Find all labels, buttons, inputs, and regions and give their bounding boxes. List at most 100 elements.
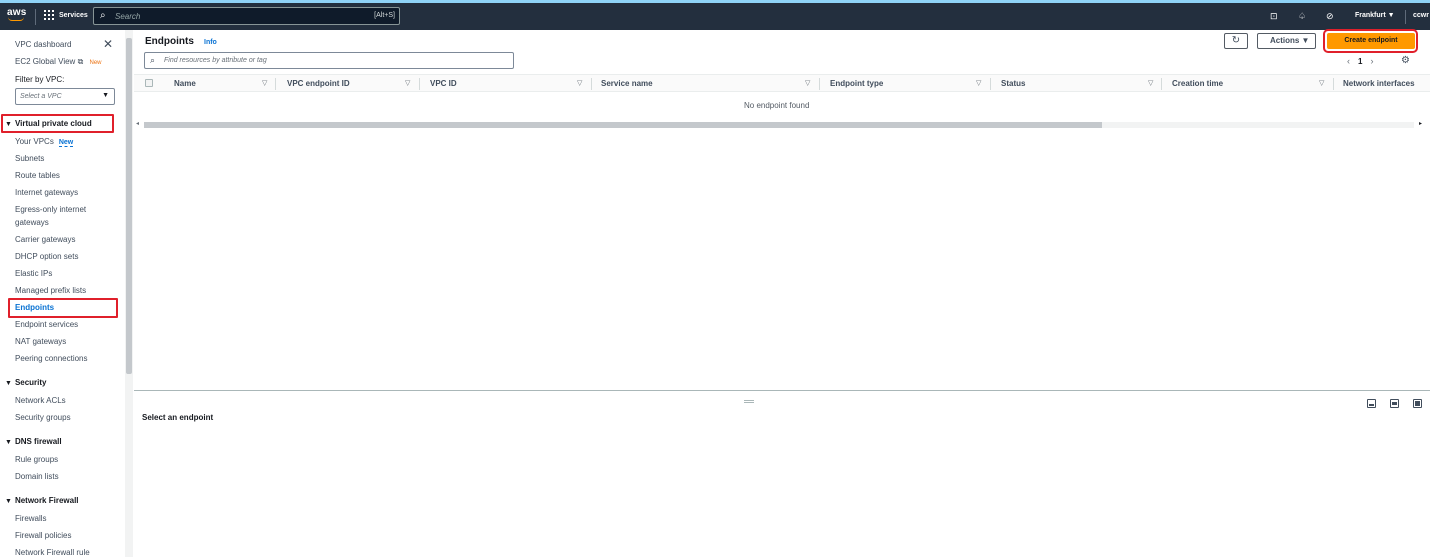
chevron-left-icon[interactable]: ‹ (1347, 56, 1350, 66)
vpc-select-placeholder: Select a VPC (20, 93, 62, 100)
column-divider[interactable] (1333, 78, 1334, 90)
vpc-filter-select[interactable]: Select a VPC ▼ (15, 88, 115, 105)
caret-down-icon: ▼ (5, 498, 12, 505)
sort-icon[interactable]: ▽ (1319, 79, 1324, 87)
split-bottom-icon[interactable] (1367, 399, 1376, 408)
caret-down-icon: ▼ (102, 92, 109, 99)
refresh-icon: ↻ (1231, 35, 1241, 46)
column-divider[interactable] (275, 78, 276, 90)
split-panel: Select an endpoint (134, 390, 1430, 557)
sidebar-section-network-firewall[interactable]: ▼ Network Firewall (5, 496, 79, 505)
column-header-network-interfaces[interactable]: Network interfaces (1343, 79, 1415, 88)
column-header-service-name[interactable]: Service name (601, 79, 653, 88)
section-title: DNS firewall (14, 437, 62, 446)
chevron-right-icon[interactable]: › (1370, 56, 1373, 66)
column-header-name[interactable]: Name (174, 79, 196, 88)
resize-handle[interactable] (744, 400, 754, 403)
top-navigation-bar: aws Services ⌕ Search [Alt+S] ⊡ ♤ ⊘ Fran… (0, 0, 1430, 30)
scroll-right-icon[interactable]: ▸ (1419, 120, 1422, 127)
new-badge: New (58, 139, 74, 147)
refresh-button[interactable]: ↻ (1224, 33, 1248, 49)
notifications-bell-icon[interactable]: ♤ (1298, 11, 1306, 21)
aws-logo[interactable]: aws (7, 7, 27, 21)
sidebar-item-managed-prefix-lists[interactable]: Managed prefix lists (15, 286, 86, 295)
empty-table-message: No endpoint found (744, 101, 810, 110)
close-icon[interactable]: ✕ (103, 38, 113, 50)
find-resources-input[interactable]: ⌕ Find resources by attribute or tag (144, 52, 514, 69)
scroll-left-icon[interactable]: ◂ (136, 120, 139, 127)
sort-icon[interactable]: ▽ (405, 79, 410, 87)
sort-icon[interactable]: ▽ (805, 79, 810, 87)
sidebar-item-vpc-dashboard[interactable]: VPC dashboard (15, 40, 71, 49)
split-side-icon[interactable] (1390, 399, 1399, 408)
pagination: ‹ 1 › (1347, 56, 1373, 66)
sort-icon[interactable]: ▽ (1148, 79, 1153, 87)
highlight-box (1323, 29, 1418, 53)
select-all-checkbox[interactable] (145, 79, 153, 87)
services-menu-button[interactable]: Services (44, 10, 88, 20)
gear-icon[interactable]: ⚙ (1401, 55, 1410, 66)
region-selector[interactable]: Frankfurt ▼ (1355, 12, 1395, 19)
sidebar-item-route-tables[interactable]: Route tables (15, 171, 60, 180)
scrollbar-thumb[interactable] (144, 122, 1102, 128)
column-header-status[interactable]: Status (1001, 79, 1025, 88)
column-divider[interactable] (819, 78, 820, 90)
actions-button[interactable]: Actions ▼ (1257, 33, 1316, 49)
column-divider[interactable] (1161, 78, 1162, 90)
sidebar-item-domain-lists[interactable]: Domain lists (15, 472, 59, 481)
sidebar-item-network-firewall-rule[interactable]: Network Firewall rule (15, 548, 90, 557)
info-link[interactable]: Info (204, 39, 217, 46)
scrollbar-thumb[interactable] (126, 38, 132, 374)
sidebar-section-dns-firewall[interactable]: ▼ DNS firewall (5, 437, 62, 446)
find-placeholder: Find resources by attribute or tag (164, 57, 267, 64)
split-full-icon[interactable] (1413, 399, 1422, 408)
column-header-creation-time[interactable]: Creation time (1172, 79, 1223, 88)
page-number[interactable]: 1 (1358, 57, 1362, 66)
sidebar-item-peering-connections[interactable]: Peering connections (15, 354, 88, 363)
sidebar-navigation: VPC dashboard ✕ EC2 Global View ⧉ New Fi… (0, 30, 133, 557)
sort-icon[interactable]: ▽ (976, 79, 981, 87)
column-divider[interactable] (990, 78, 991, 90)
sidebar-item-endpoint-services[interactable]: Endpoint services (15, 320, 78, 329)
sidebar-scrollbar[interactable] (125, 30, 133, 557)
global-search-input[interactable]: ⌕ Search [Alt+S] (93, 7, 400, 25)
column-header-endpoint-type[interactable]: Endpoint type (830, 79, 883, 88)
ec2-global-view-label: EC2 Global View (15, 57, 76, 66)
sidebar-item-firewalls[interactable]: Firewalls (15, 514, 47, 523)
details-panel-title: Select an endpoint (142, 413, 214, 422)
sidebar-section-security[interactable]: ▼ Security (5, 378, 47, 387)
caret-down-icon: ▼ (5, 439, 12, 446)
cloudshell-icon[interactable]: ⊡ (1270, 11, 1278, 21)
sidebar-item-your-vpcs[interactable]: Your VPCs New (15, 137, 74, 147)
caret-down-icon: ▼ (5, 380, 12, 387)
sidebar-item-rule-groups[interactable]: Rule groups (15, 455, 58, 464)
sidebar-item-dhcp-option-sets[interactable]: DHCP option sets (15, 252, 78, 261)
table-horizontal-scrollbar[interactable]: ◂ ▸ (136, 121, 1426, 129)
sort-icon[interactable]: ▽ (577, 79, 582, 87)
sidebar-item-elastic-ips[interactable]: Elastic IPs (15, 269, 52, 278)
account-menu[interactable]: ccwr (1413, 12, 1429, 19)
sort-icon[interactable]: ▽ (262, 79, 267, 87)
highlight-box (1, 114, 114, 133)
sidebar-item-internet-gateways[interactable]: Internet gateways (15, 188, 78, 197)
sidebar-item-firewall-policies[interactable]: Firewall policies (15, 531, 71, 540)
main-content: Endpoints Info ⌕ Find resources by attri… (134, 29, 1430, 390)
page-title: Endpoints (145, 36, 194, 47)
search-icon: ⌕ (100, 10, 106, 21)
sidebar-item-security-groups[interactable]: Security groups (15, 413, 71, 422)
sidebar-item-carrier-gateways[interactable]: Carrier gateways (15, 235, 75, 244)
column-divider[interactable] (419, 78, 420, 90)
help-icon[interactable]: ⊘ (1326, 11, 1334, 21)
section-title: Security (14, 378, 47, 387)
grid-icon (44, 10, 54, 20)
sidebar-item-nat-gateways[interactable]: NAT gateways (15, 337, 66, 346)
sidebar-item-subnets[interactable]: Subnets (15, 154, 44, 163)
sidebar-item-ec2-global-view[interactable]: EC2 Global View ⧉ New (15, 57, 102, 67)
nav-divider (35, 9, 36, 25)
highlight-box (8, 298, 118, 318)
column-header-vpc-endpoint-id[interactable]: VPC endpoint ID (287, 79, 350, 88)
column-header-vpc-id[interactable]: VPC ID (430, 79, 457, 88)
column-divider[interactable] (591, 78, 592, 90)
sidebar-item-egress-only-internet-gateways[interactable]: Egress-only internet gateways (15, 203, 110, 229)
sidebar-item-network-acls[interactable]: Network ACLs (15, 396, 66, 405)
